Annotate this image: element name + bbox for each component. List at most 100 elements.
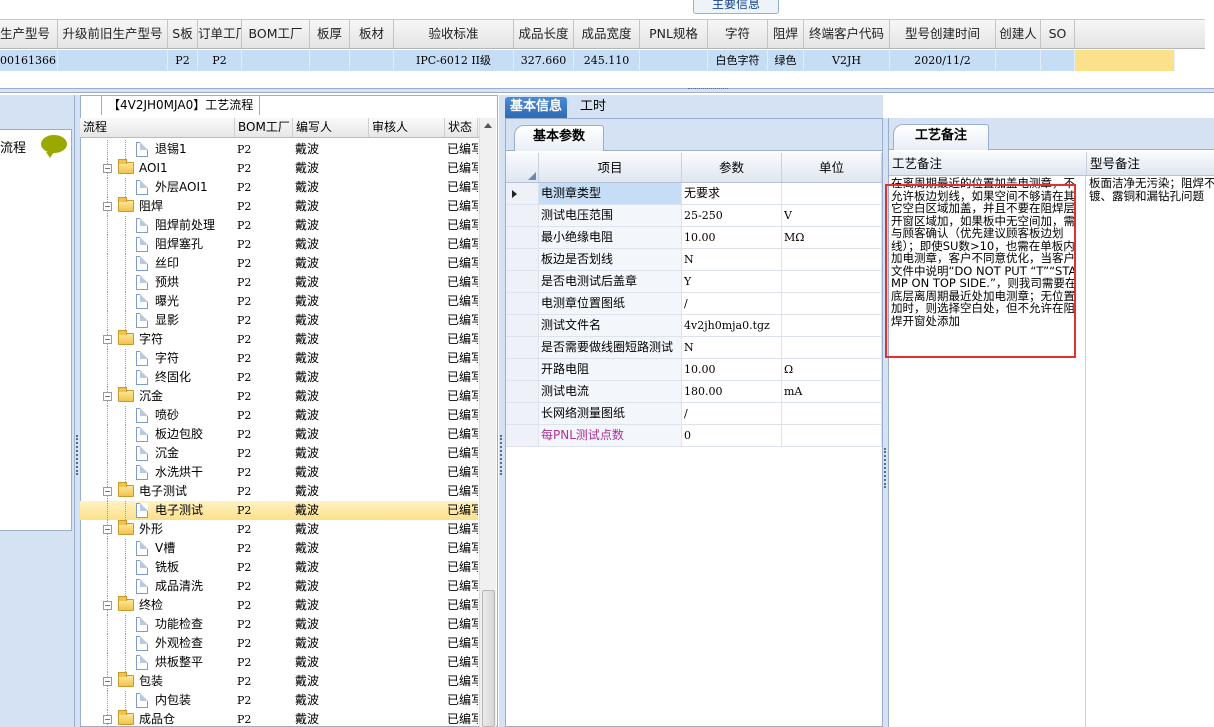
- tree-col-header[interactable]: 编写人: [293, 118, 369, 137]
- main-col-header[interactable]: S板: [168, 20, 198, 48]
- tree-row[interactable]: 阻焊塞孔 P2 戴波 已编写: [80, 235, 478, 254]
- param-row[interactable]: 每PNL测试点数 0: [506, 425, 882, 447]
- param-row[interactable]: 是否电测试后盖章 Y: [506, 271, 882, 293]
- param-value[interactable]: 10.00: [682, 359, 782, 380]
- main-col-header[interactable]: 板材: [350, 20, 394, 48]
- main-col-header[interactable]: 验收标准: [394, 20, 514, 48]
- chat-bubble-icon[interactable]: [41, 135, 67, 158]
- tree-row[interactable]: 功能检查 P2 戴波 已编写: [80, 615, 478, 634]
- tree-row[interactable]: − 终检 P2 戴波 已编写: [80, 596, 478, 615]
- collapse-icon[interactable]: −: [103, 164, 112, 173]
- tree-row[interactable]: 曝光 P2 戴波 已编写: [80, 292, 478, 311]
- main-col-header[interactable]: 生产型号: [0, 20, 58, 48]
- tree-col-header[interactable]: 审核人: [369, 118, 445, 137]
- tree-row[interactable]: 铣板 P2 戴波 已编写: [80, 558, 478, 577]
- main-col-header[interactable]: SO: [1041, 20, 1075, 48]
- param-value[interactable]: 4v2jh0mja0.tgz: [682, 315, 782, 336]
- tree-row[interactable]: 预烘 P2 戴波 已编写: [80, 273, 478, 292]
- main-col-header[interactable]: 板厚: [310, 20, 350, 48]
- param-row[interactable]: 长网络测量图纸 /: [506, 403, 882, 425]
- left-nav-box[interactable]: 流程: [0, 129, 72, 531]
- tree-row[interactable]: 板边包胶 P2 戴波 已编写: [80, 425, 478, 444]
- tree-row[interactable]: − 电子测试 P2 戴波 已编写: [80, 482, 478, 501]
- param-row[interactable]: 电测章位置图纸 /: [506, 293, 882, 315]
- tree-col-header[interactable]: 状态: [445, 118, 478, 137]
- main-col-header[interactable]: 阻焊: [768, 20, 804, 48]
- tree-row[interactable]: − 外形 P2 戴波 已编写: [80, 520, 478, 539]
- tree-row[interactable]: 丝印 P2 戴波 已编写: [80, 254, 478, 273]
- row-selector[interactable]: [506, 403, 539, 424]
- tab-basic-params[interactable]: 基本参数: [514, 125, 604, 151]
- tree-row[interactable]: 阻焊前处理 P2 戴波 已编写: [80, 216, 478, 235]
- tab-work-hours[interactable]: 工时: [575, 97, 611, 118]
- param-row[interactable]: 开路电阻 10.00 Ω: [506, 359, 882, 381]
- tab-process-notes[interactable]: 工艺备注: [893, 124, 989, 150]
- main-col-header[interactable]: 终端客户代码: [804, 20, 890, 48]
- row-selector[interactable]: [506, 359, 539, 380]
- tree-row[interactable]: 喷砂 P2 戴波 已编写: [80, 406, 478, 425]
- tree-row[interactable]: 成品清洗 P2 戴波 已编写: [80, 577, 478, 596]
- param-row[interactable]: 电测章类型 无要求: [506, 183, 882, 205]
- tree-row[interactable]: 水洗烘干 P2 戴波 已编写: [80, 463, 478, 482]
- tree-row[interactable]: 字符 P2 戴波 已编写: [80, 349, 478, 368]
- main-col-header[interactable]: BOM工厂: [242, 20, 310, 48]
- main-col-header[interactable]: 成品宽度: [574, 20, 640, 48]
- param-value[interactable]: N: [682, 249, 782, 270]
- row-selector[interactable]: [506, 315, 539, 336]
- collapse-icon[interactable]: −: [103, 335, 112, 344]
- tree-col-header[interactable]: 流程: [80, 118, 235, 137]
- param-value[interactable]: 0: [682, 425, 782, 446]
- tab-basic-info[interactable]: 基本信息: [505, 97, 568, 118]
- row-selector[interactable]: [506, 249, 539, 270]
- tree-scrollbar[interactable]: [479, 118, 496, 727]
- collapse-icon[interactable]: −: [103, 715, 112, 724]
- main-col-header[interactable]: 型号创建时间: [890, 20, 996, 48]
- param-value[interactable]: 25-250: [682, 205, 782, 226]
- param-row[interactable]: 最小绝缘电阻 10.00 MΩ: [506, 227, 882, 249]
- collapse-icon[interactable]: −: [103, 202, 112, 211]
- param-row[interactable]: 板边是否划线 N: [506, 249, 882, 271]
- row-selector[interactable]: [506, 227, 539, 248]
- tab-process-flow[interactable]: 【4V2JH0MJA0】工艺流程: [101, 95, 261, 115]
- tree-row[interactable]: − AOI1 P2 戴波 已编写: [80, 159, 478, 178]
- param-value[interactable]: N: [682, 337, 782, 358]
- tree-row[interactable]: 内包装 P2 戴波 已编写: [80, 691, 478, 710]
- tree-row[interactable]: 外观检查 P2 戴波 已编写: [80, 634, 478, 653]
- tree-row[interactable]: − 沉金 P2 戴波 已编写: [80, 387, 478, 406]
- param-value[interactable]: 无要求: [682, 183, 782, 204]
- scroll-thumb[interactable]: [482, 590, 495, 727]
- collapse-icon[interactable]: −: [103, 487, 112, 496]
- param-row[interactable]: 是否需要做线圈短路测试 N: [506, 337, 882, 359]
- row-selector[interactable]: [506, 183, 539, 204]
- tree-row[interactable]: − 包装 P2 戴波 已编写: [80, 672, 478, 691]
- row-selector[interactable]: [506, 205, 539, 226]
- tree-row[interactable]: 烘板整平 P2 戴波 已编写: [80, 653, 478, 672]
- param-value[interactable]: 10.00: [682, 227, 782, 248]
- collapse-icon[interactable]: −: [103, 525, 112, 534]
- tree-row[interactable]: 退锡1 P2 戴波 已编写: [80, 140, 478, 159]
- param-value[interactable]: Y: [682, 271, 782, 292]
- row-selector[interactable]: [506, 425, 539, 446]
- row-selector[interactable]: [506, 293, 539, 314]
- collapse-icon[interactable]: −: [103, 677, 112, 686]
- tree-row[interactable]: − 成品仓 P2 戴波 已编写: [80, 710, 478, 727]
- tree-row[interactable]: − 字符 P2 戴波 已编写: [80, 330, 478, 349]
- param-value[interactable]: /: [682, 293, 782, 314]
- param-row[interactable]: 测试文件名 4v2jh0mja0.tgz: [506, 315, 882, 337]
- param-value[interactable]: 180.00: [682, 381, 782, 402]
- row-selector[interactable]: [506, 271, 539, 292]
- main-col-header[interactable]: 成品长度: [514, 20, 574, 48]
- tree-row[interactable]: V槽 P2 戴波 已编写: [80, 539, 478, 558]
- horizontal-splitter[interactable]: [0, 88, 1214, 93]
- tree-row[interactable]: 外层AOI1 P2 戴波 已编写: [80, 178, 478, 197]
- tree-row[interactable]: 终固化 P2 戴波 已编写: [80, 368, 478, 387]
- main-col-header[interactable]: 升级前旧生产型号: [58, 20, 168, 48]
- row-selector[interactable]: [506, 381, 539, 402]
- row-selector[interactable]: [506, 337, 539, 358]
- main-info-row[interactable]: 00161366 P2 P2 IPC-6012 II级 327.660 245.110 白色…: [0, 50, 1175, 71]
- main-col-header[interactable]: 订单工厂: [198, 20, 242, 48]
- param-value[interactable]: /: [682, 403, 782, 424]
- tree-row[interactable]: − 阻焊 P2 戴波 已编写: [80, 197, 478, 216]
- param-row[interactable]: 测试电流 180.00 mA: [506, 381, 882, 403]
- main-col-header[interactable]: PNL规格: [640, 20, 708, 48]
